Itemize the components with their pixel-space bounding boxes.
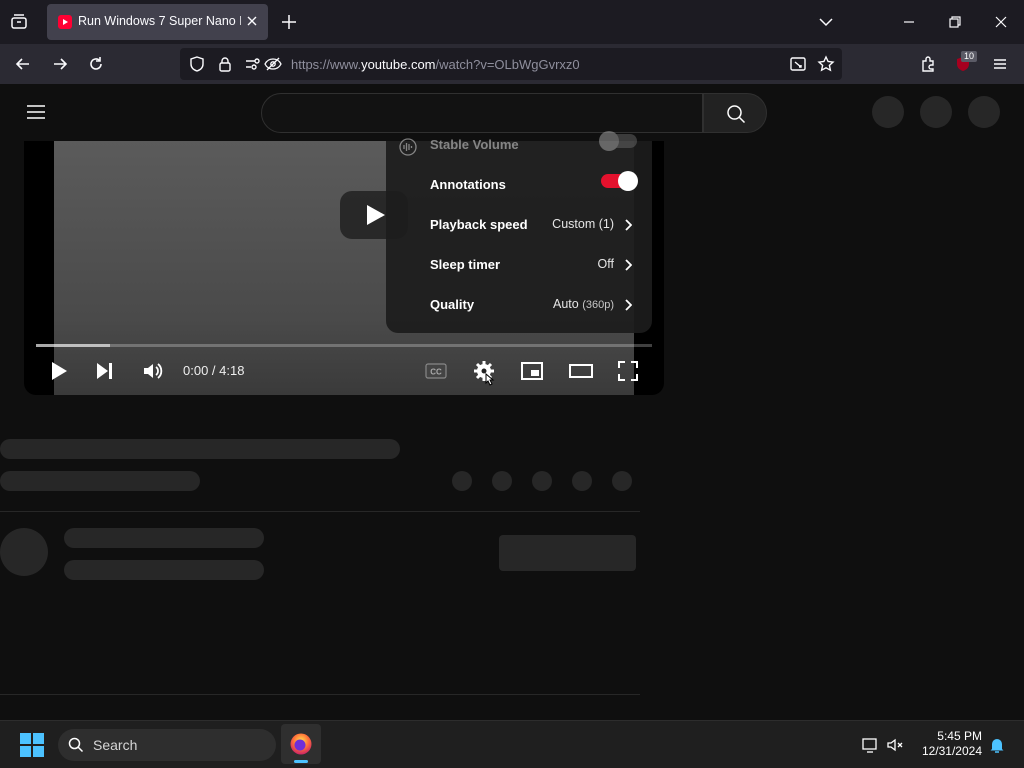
menu-label: Stable Volume: [430, 137, 519, 152]
menu-item-playback-speed[interactable]: Playback speed Custom (1): [386, 205, 652, 245]
close-window-icon[interactable]: [992, 13, 1010, 31]
action-skeleton: [492, 471, 512, 491]
firefox-taskbar-button[interactable]: [281, 724, 321, 764]
menu-label: Quality: [430, 297, 475, 312]
taskbar-search[interactable]: Search: [58, 729, 276, 761]
notification-bell-icon[interactable]: [988, 736, 1006, 754]
action-skeleton: [612, 471, 632, 491]
annotations-toggle[interactable]: [601, 171, 638, 191]
menu-value: Off: [597, 257, 614, 271]
stable-volume-toggle[interactable]: [599, 131, 637, 151]
volume-icon[interactable]: [141, 359, 165, 383]
new-tab-icon[interactable]: [280, 13, 298, 31]
menu-item-annotations[interactable]: Annotations: [386, 165, 652, 205]
menu-item-sleep-timer[interactable]: Sleep timer Off: [386, 245, 652, 285]
extension-badge-count: 10: [961, 51, 977, 62]
active-tab[interactable]: Run Windows 7 Super Nano Lite: [47, 4, 268, 40]
tab-list-icon[interactable]: [9, 12, 29, 32]
channel-info-skeleton: [64, 560, 264, 580]
menu-label: Annotations: [430, 177, 506, 192]
progress-loaded: [36, 344, 110, 347]
search-button[interactable]: [703, 93, 767, 133]
theater-icon[interactable]: [568, 359, 594, 383]
search-icon: [725, 103, 747, 125]
play-icon[interactable]: [48, 359, 70, 383]
search-icon: [68, 737, 84, 753]
header-skeleton-avatar: [968, 96, 1000, 128]
extensions-icon[interactable]: [919, 55, 937, 73]
close-tab-icon[interactable]: [244, 13, 260, 29]
firefox-icon: [289, 732, 313, 756]
subtitle-skeleton: [0, 471, 200, 491]
menu-icon[interactable]: [991, 55, 1009, 73]
chevron-right-icon: [624, 219, 632, 231]
miniplayer-icon[interactable]: [520, 359, 544, 383]
title-skeleton: [0, 439, 400, 459]
divider: [0, 694, 640, 695]
windows-start-icon[interactable]: [20, 733, 44, 757]
clock-date: 12/31/2024: [921, 744, 982, 758]
minimize-icon[interactable]: [900, 13, 918, 31]
tracking-blocked-icon[interactable]: [264, 55, 282, 73]
settings-menu: Stable Volume Annotations Playback speed…: [386, 131, 652, 333]
menu-label: Sleep timer: [430, 257, 501, 272]
menu-value: Auto (360p): [553, 297, 614, 311]
next-icon[interactable]: [94, 359, 116, 383]
svg-text:CC: CC: [430, 368, 442, 377]
channel-avatar-skeleton: [0, 528, 48, 576]
clock-time: 5:45 PM: [937, 729, 982, 743]
reload-icon[interactable]: [87, 55, 105, 73]
restore-icon[interactable]: [946, 13, 964, 31]
chevron-right-icon: [624, 259, 632, 271]
tab-title: Run Windows 7 Super Nano Lite: [78, 14, 241, 28]
settings-gear-icon[interactable]: [472, 359, 496, 389]
windows-taskbar: Search 5:45 PM 12/31/2024: [0, 720, 1024, 768]
action-skeleton: [452, 471, 472, 491]
subscribe-skeleton: [499, 535, 636, 571]
channel-name-skeleton: [64, 528, 264, 548]
menu-value: Custom (1): [552, 217, 614, 231]
action-skeleton: [572, 471, 592, 491]
clock[interactable]: 5:45 PM 12/31/2024: [912, 729, 982, 759]
browser-tab-strip: Run Windows 7 Super Nano Lite: [0, 0, 1024, 44]
forward-icon[interactable]: [51, 55, 69, 73]
progress-bar[interactable]: [36, 344, 652, 347]
cc-icon[interactable]: CC: [424, 359, 448, 383]
reader-view-icon[interactable]: [789, 55, 807, 73]
time-display: 0:00 / 4:18: [183, 363, 245, 378]
chevron-right-icon: [624, 299, 632, 311]
lock-icon[interactable]: [216, 55, 234, 73]
stable-volume-icon: [398, 137, 418, 157]
menu-label: Playback speed: [430, 217, 528, 232]
taskbar-search-label: Search: [93, 737, 138, 753]
shield-icon[interactable]: [188, 55, 206, 73]
network-icon[interactable]: [861, 736, 879, 754]
list-all-tabs-icon[interactable]: [817, 13, 835, 31]
header-skeleton-button: [920, 96, 952, 128]
browser-nav-bar: https://www.youtube.com/watch?v=OLbWgGvr…: [0, 44, 1024, 84]
fullscreen-icon[interactable]: [616, 359, 640, 383]
permissions-icon[interactable]: [244, 55, 262, 73]
url-text: https://www.youtube.com/watch?v=OLbWgGvr…: [291, 57, 580, 72]
menu-item-stable-volume[interactable]: Stable Volume: [386, 125, 652, 165]
back-icon[interactable]: [14, 55, 32, 73]
youtube-favicon-icon: [58, 15, 72, 29]
action-skeleton: [532, 471, 552, 491]
divider: [0, 511, 640, 512]
active-app-indicator: [294, 760, 308, 763]
bookmark-star-icon[interactable]: [817, 55, 835, 73]
menu-item-quality[interactable]: Quality Auto (360p): [386, 285, 652, 325]
header-skeleton-button: [872, 96, 904, 128]
address-bar[interactable]: https://www.youtube.com/watch?v=OLbWgGvr…: [180, 48, 842, 80]
sound-muted-icon[interactable]: [886, 736, 904, 754]
hamburger-icon[interactable]: [25, 102, 47, 122]
